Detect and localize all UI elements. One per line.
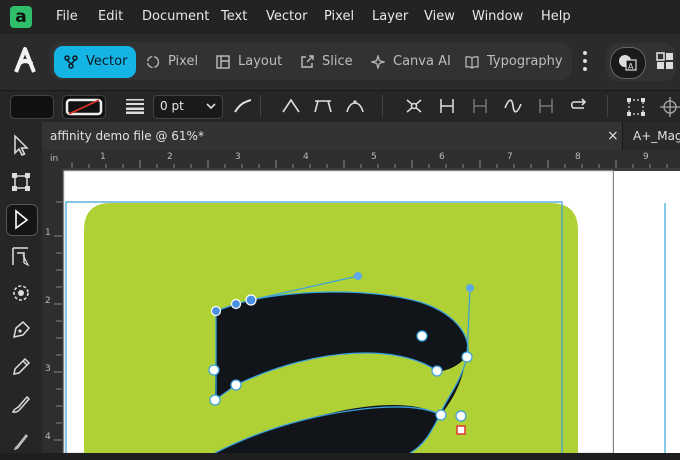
document-tabs: affinity demo file @ 61%* × A+_Maga	[42, 122, 680, 150]
crosshair-icon[interactable]	[660, 97, 680, 121]
menu-vector[interactable]: Vector	[266, 9, 307, 24]
bezier-handle	[466, 284, 474, 292]
ruler-tick-label: 5	[371, 152, 377, 162]
stroke-weight-icon[interactable]	[126, 98, 144, 114]
document-canvas[interactable]	[62, 168, 680, 453]
persona-pixel[interactable]: Pixel	[146, 46, 216, 78]
path-node	[209, 394, 221, 406]
persona-typography[interactable]: Typography	[465, 46, 565, 78]
stroke-swatch[interactable]	[62, 95, 106, 119]
close-curve-icon[interactable]	[537, 98, 555, 118]
path-node	[230, 379, 242, 391]
menu-document[interactable]: Document	[142, 9, 209, 24]
path-node	[416, 330, 428, 342]
canvas-artwork	[62, 168, 680, 453]
ruler-tick-label: 9	[643, 152, 649, 162]
persona-vector[interactable]: Vector	[54, 46, 136, 78]
menu-pixel[interactable]: Pixel	[324, 9, 354, 24]
sharp-corner-icon[interactable]	[282, 98, 300, 118]
corner-tool-icon[interactable]	[6, 241, 36, 271]
ruler-tick-label: 4	[45, 432, 51, 442]
path-node	[230, 298, 242, 310]
node-tool-icon[interactable]	[6, 204, 38, 236]
svg-text:A: A	[628, 62, 634, 71]
ruler-tick-label: 1	[45, 228, 51, 238]
close-tab-icon[interactable]: ×	[607, 122, 619, 150]
menu-layer[interactable]: Layer	[372, 9, 408, 24]
ruler-tick-label: 2	[167, 152, 173, 162]
reverse-curve-icon[interactable]	[570, 98, 588, 118]
path-node	[208, 364, 220, 376]
smart-corner-icon[interactable]	[346, 98, 364, 118]
persona-bar: Vector Pixel Layout Slice Canva AI Typog…	[0, 34, 680, 90]
path-node	[455, 410, 467, 422]
ruler-tick-label: 1	[100, 152, 106, 162]
stroke-width-field[interactable]: 0 pt	[153, 95, 223, 119]
menu-text[interactable]: Text	[221, 9, 247, 24]
menu-help[interactable]: Help	[541, 9, 571, 24]
fill-swatch[interactable]	[10, 95, 54, 119]
tools-panel	[0, 122, 43, 453]
affinity-app-icon[interactable]	[12, 46, 38, 76]
break-curve-icon[interactable]	[438, 98, 456, 118]
menu-view[interactable]: View	[424, 9, 455, 24]
paint-brush-icon[interactable]	[6, 426, 36, 456]
toolbar-divider	[607, 95, 608, 117]
path-node	[431, 365, 443, 377]
menu-edit[interactable]: Edit	[98, 9, 123, 24]
pencil-tool-icon[interactable]	[6, 352, 36, 382]
ruler-tick-label: 3	[235, 152, 241, 162]
horizontal-ruler: in 1 2 3 4 5 6 7 8 9	[42, 150, 680, 169]
path-node	[245, 294, 257, 306]
smooth-curve-icon[interactable]	[504, 98, 522, 118]
pixel-circle-icon	[146, 54, 168, 69]
path-node	[461, 351, 473, 363]
vertical-ruler: 1 2 3 4	[42, 168, 63, 453]
pen-tool-icon[interactable]	[6, 315, 36, 345]
persona-layout[interactable]: Layout	[216, 46, 296, 78]
book-icon	[465, 54, 487, 69]
more-vertical-icon[interactable]	[582, 50, 588, 72]
pressure-curve-icon[interactable]	[234, 98, 252, 118]
toolbar-divider	[260, 95, 261, 117]
assets-toggle-icon[interactable]: A	[610, 47, 646, 79]
ruler-tick-label: 7	[507, 152, 513, 162]
ruler-unit-label: in	[50, 154, 59, 164]
convert-node-icon[interactable]	[405, 98, 423, 118]
second-artboard	[614, 171, 680, 453]
artboard-tool-icon[interactable]	[6, 167, 36, 197]
ruler-tick-label: 3	[45, 364, 51, 374]
shape-builder-icon[interactable]	[6, 278, 36, 308]
grid-panels-icon[interactable]	[656, 52, 674, 70]
join-curves-icon[interactable]	[471, 98, 489, 118]
path-node	[210, 305, 222, 317]
ruler-tick-label: 4	[303, 152, 309, 162]
layout-icon	[216, 54, 238, 69]
bezier-handle	[354, 272, 362, 280]
end-node	[456, 425, 466, 435]
menu-file[interactable]: File	[56, 9, 78, 24]
toolbar-divider	[382, 95, 383, 117]
chevron-down-icon[interactable]	[206, 100, 216, 115]
smooth-corner-icon[interactable]	[314, 98, 332, 118]
menu-bar: a File Edit Document Text Vector Pixel L…	[0, 0, 680, 34]
slice-export-icon	[300, 54, 322, 69]
move-tool-icon[interactable]	[6, 130, 36, 160]
ruler-tick-label: 8	[575, 152, 581, 162]
persona-slice[interactable]: Slice	[300, 46, 360, 78]
path-node	[435, 409, 447, 421]
vector-pen-icon	[64, 54, 86, 69]
ruler-tick-label: 2	[45, 296, 51, 306]
affinity-logo-icon[interactable]: a	[10, 6, 32, 28]
context-toolbar: 0 pt	[0, 90, 680, 124]
menu-window[interactable]: Window	[472, 9, 523, 24]
persona-canva-ai[interactable]: Canva AI	[369, 46, 451, 78]
ruler-tick-label: 6	[439, 152, 445, 162]
transform-box-icon[interactable]	[626, 97, 646, 121]
sparkle-icon	[369, 53, 393, 70]
tab-affinity-demo-file[interactable]: affinity demo file @ 61%* ×	[42, 122, 623, 150]
vector-brush-icon[interactable]	[6, 389, 36, 419]
tab-magazine[interactable]: A+_Maga	[625, 122, 680, 150]
